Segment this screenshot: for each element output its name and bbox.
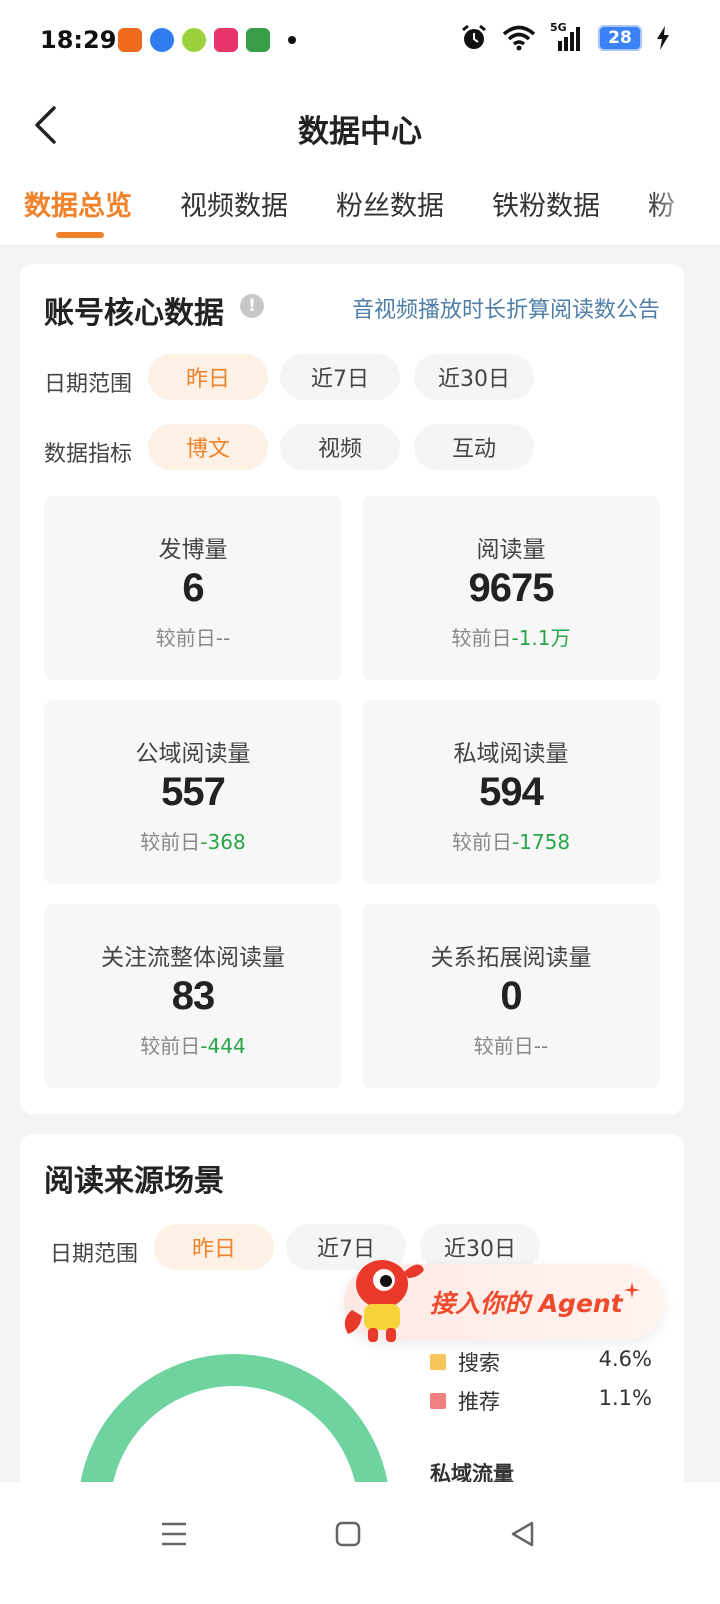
source-date-yesterday[interactable]: 昨日 bbox=[154, 1224, 274, 1270]
status-time: 18:29 bbox=[40, 26, 117, 54]
metric-card-public-reads[interactable]: 公域阅读量 557 较前日-368 bbox=[44, 700, 342, 884]
compare-prefix: 较前日 bbox=[451, 626, 512, 650]
more-notifications-dot bbox=[288, 36, 296, 44]
menu-button[interactable] bbox=[144, 1504, 204, 1564]
read-source-donut-chart bbox=[80, 1354, 388, 1482]
app-icon-3 bbox=[182, 28, 206, 52]
agent-banner-text: 接入你的 Agent bbox=[430, 1289, 623, 1318]
metric-label: 关系拓展阅读量 bbox=[430, 945, 592, 971]
compare-prefix: 较前日 bbox=[451, 830, 512, 854]
date-option-yesterday[interactable]: 昨日 bbox=[148, 354, 268, 400]
metric-value: 6 bbox=[182, 566, 204, 610]
tab-fans[interactable]: 粉丝数据 bbox=[336, 184, 444, 223]
metric-card-private-reads[interactable]: 私域阅读量 594 较前日-1758 bbox=[362, 700, 660, 884]
sparkle-icon bbox=[624, 1282, 640, 1298]
system-nav-bar bbox=[0, 1482, 720, 1604]
metric-option-interaction[interactable]: 互动 bbox=[414, 424, 534, 470]
home-square-icon bbox=[335, 1521, 361, 1547]
read-source-title: 阅读来源场景 bbox=[44, 1164, 224, 1199]
tab-bar: 数据总览 视频数据 粉丝数据 铁粉数据 粉 bbox=[0, 170, 720, 246]
home-button[interactable] bbox=[318, 1504, 378, 1564]
metric-card-reads[interactable]: 阅读量 9675 较前日-1.1万 bbox=[362, 496, 660, 680]
donut-slice-0[interactable] bbox=[233, 1354, 388, 1482]
donut-slice-5[interactable] bbox=[80, 1354, 265, 1482]
back-triangle-icon bbox=[511, 1521, 534, 1547]
signal-icon: 5G bbox=[550, 21, 584, 51]
legend-item-recommend[interactable]: 推荐 1.1% bbox=[430, 1386, 652, 1416]
status-indicators: 5G 28 bbox=[460, 21, 670, 52]
status-bar: 18:29 5G 28 bbox=[0, 0, 720, 80]
metric-compare: 较前日-- bbox=[362, 1030, 660, 1059]
metric-value: 83 bbox=[171, 974, 216, 1018]
wifi-icon bbox=[502, 25, 536, 51]
metric-compare: 较前日-368 bbox=[44, 826, 342, 855]
metric-card-relation-reads[interactable]: 关系拓展阅读量 0 较前日-- bbox=[362, 904, 660, 1088]
app-icon-2 bbox=[150, 28, 174, 52]
app-icon-4 bbox=[214, 28, 238, 52]
compare-prefix: 较前日 bbox=[155, 626, 216, 650]
menu-icon bbox=[162, 1522, 186, 1546]
metric-delta: -- bbox=[215, 626, 231, 650]
tab-fade bbox=[650, 170, 720, 245]
agent-mascot-icon[interactable] bbox=[338, 1250, 428, 1346]
legend-percent: 4.6% bbox=[598, 1347, 652, 1371]
date-range-label: 日期范围 bbox=[44, 372, 133, 397]
date-range-label: 日期范围 bbox=[50, 1242, 139, 1267]
metric-label: 发博量 bbox=[158, 537, 228, 563]
metric-compare: 较前日-444 bbox=[44, 1030, 342, 1059]
tab-iron-fans[interactable]: 铁粉数据 bbox=[492, 184, 600, 223]
metric-type-label: 数据指标 bbox=[44, 442, 133, 467]
alarm-icon bbox=[462, 24, 486, 49]
info-icon[interactable]: ! bbox=[240, 294, 264, 318]
app-icon-5 bbox=[246, 28, 270, 52]
metric-value: 594 bbox=[479, 770, 544, 814]
date-option-30d[interactable]: 近30日 bbox=[414, 354, 534, 400]
legend-item-search[interactable]: 搜索 4.6% bbox=[430, 1347, 652, 1377]
date-option-7d[interactable]: 近7日 bbox=[280, 354, 400, 400]
page-title: 数据中心 bbox=[298, 114, 422, 150]
app-icon-1 bbox=[118, 28, 142, 52]
charging-icon bbox=[657, 26, 669, 50]
metric-option-video[interactable]: 视频 bbox=[280, 424, 400, 470]
battery-icon: 28 bbox=[598, 25, 642, 51]
back-nav-button[interactable] bbox=[492, 1504, 552, 1564]
metric-delta: -- bbox=[533, 1034, 549, 1058]
metric-label: 公域阅读量 bbox=[135, 741, 251, 767]
metric-delta: -1.1万 bbox=[511, 626, 571, 650]
tab-indicator bbox=[56, 232, 104, 238]
core-data-title: 账号核心数据 bbox=[44, 296, 224, 331]
legend-swatch bbox=[430, 1393, 446, 1409]
metric-label: 私域阅读量 bbox=[453, 741, 569, 767]
metric-delta: -1758 bbox=[511, 830, 571, 854]
metric-label: 阅读量 bbox=[476, 537, 546, 563]
core-data-card: 账号核心数据 ! 音视频播放时长折算阅读数公告 日期范围 昨日 近7日 近30日… bbox=[20, 264, 684, 1114]
header: 数据中心 bbox=[0, 80, 720, 170]
metric-value: 0 bbox=[500, 974, 522, 1018]
compare-prefix: 较前日 bbox=[473, 1034, 534, 1058]
compare-prefix: 较前日 bbox=[140, 1034, 201, 1058]
metric-card-follow-feed-reads[interactable]: 关注流整体阅读量 83 较前日-444 bbox=[44, 904, 342, 1088]
metric-label: 关注流整体阅读量 bbox=[101, 945, 285, 971]
metric-compare: 较前日-1.1万 bbox=[362, 622, 660, 651]
legend-name: 搜索 bbox=[458, 1351, 500, 1375]
metric-value: 557 bbox=[161, 770, 226, 814]
legend-percent: 1.1% bbox=[598, 1386, 652, 1410]
metric-compare: 较前日-1758 bbox=[362, 826, 660, 855]
metric-delta: -368 bbox=[200, 830, 246, 854]
legend-name: 推荐 bbox=[458, 1390, 500, 1414]
notification-icons bbox=[118, 28, 296, 52]
legend-swatch bbox=[430, 1354, 446, 1370]
metric-delta: -444 bbox=[200, 1034, 246, 1058]
metric-compare: 较前日-- bbox=[44, 622, 342, 651]
metric-option-posts[interactable]: 博文 bbox=[148, 424, 268, 470]
compare-prefix: 较前日 bbox=[140, 830, 201, 854]
notice-link[interactable]: 音视频播放时长折算阅读数公告 bbox=[352, 292, 660, 324]
tab-overview[interactable]: 数据总览 bbox=[24, 184, 132, 223]
metric-card-posts[interactable]: 发博量 6 较前日-- bbox=[44, 496, 342, 680]
tab-video[interactable]: 视频数据 bbox=[180, 184, 288, 223]
metric-value: 9675 bbox=[468, 566, 555, 610]
